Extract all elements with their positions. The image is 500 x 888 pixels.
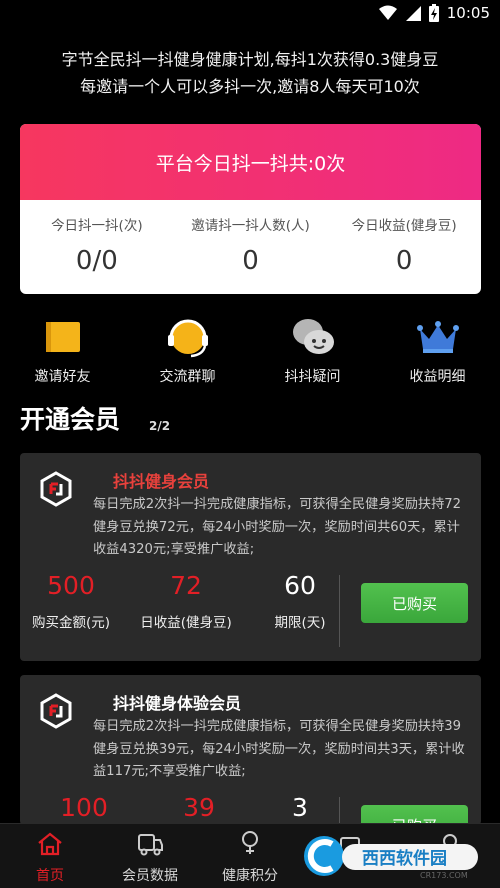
- membership-description: 每日完成2次抖一抖完成健康指标，可获得全民健身奖励扶持39健身豆兑换39元，每2…: [93, 719, 465, 779]
- stat-label: 今日收益(健身豆): [351, 218, 457, 234]
- chat-bubbles-icon: [250, 312, 375, 362]
- stat-value: 0/0: [75, 246, 118, 276]
- headset-icon: [125, 312, 250, 362]
- price-value: 500: [47, 571, 95, 600]
- wifi-icon: [378, 5, 397, 20]
- tab-label: 健康积分: [222, 868, 278, 884]
- stat-today-earnings: 今日收益(健身豆) 0: [327, 200, 481, 294]
- stats-row: 今日抖一抖(次) 0/0 邀请抖一抖人数(人) 0 今日收益(健身豆) 0: [20, 200, 481, 294]
- daily-value: 39: [183, 793, 215, 822]
- purchased-button[interactable]: 已购买: [361, 583, 468, 623]
- section-title: 开通会员: [20, 405, 121, 434]
- section-page-indicator: 2/2: [149, 419, 171, 433]
- status-time: 10:05: [446, 4, 490, 22]
- daily-value: 72: [170, 571, 202, 600]
- stat-label: 邀请抖一抖人数(人): [191, 218, 310, 234]
- membership-price: 100: [20, 793, 148, 822]
- brand-logo-icon: [40, 471, 72, 507]
- quick-action-label: 收益明细: [409, 369, 466, 385]
- divider: [339, 575, 340, 647]
- price-label: 购买金额(元): [31, 615, 111, 631]
- quick-action-label: 抖抖疑问: [284, 369, 341, 385]
- period-value: 60: [284, 571, 316, 600]
- membership-period: 3: [250, 793, 350, 822]
- period-value: 3: [292, 793, 308, 822]
- stat-value: 0: [395, 246, 413, 276]
- membership-stats: 100 39 3: [20, 793, 350, 822]
- intro-line-1: 字节全民抖一抖健身健康计划,每抖1次获得0.3健身豆: [61, 50, 439, 69]
- intro-text: 字节全民抖一抖健身健康计划,每抖1次获得0.3健身豆 每邀请一个人可以多抖一次,…: [0, 46, 500, 100]
- brand-logo-icon: [40, 693, 72, 729]
- tab-label: 首页: [36, 868, 64, 884]
- quick-action-label: 邀请好友: [34, 369, 91, 385]
- flag-icon: [0, 312, 125, 362]
- membership-description: 每日完成2次抖一抖完成健康指标，可获得全民健身奖励扶持72健身豆兑换72元，每2…: [93, 497, 462, 557]
- stat-label: 今日抖一抖(次): [51, 218, 143, 234]
- watermark-text: 西西软件园: [362, 848, 447, 869]
- membership-card: 抖抖健身会员 每日完成2次抖一抖完成健康指标，可获得全民健身奖励扶持72健身豆兑…: [20, 453, 481, 661]
- platform-stats-card: 平台今日抖一抖共:0次 今日抖一抖(次) 0/0 邀请抖一抖人数(人) 0 今日…: [20, 124, 481, 294]
- invite-friends-button[interactable]: 邀请好友: [0, 312, 125, 386]
- tab-member-data[interactable]: 会员数据: [100, 824, 200, 888]
- membership-daily: 72 日收益(健身豆): [122, 571, 250, 631]
- tab-label: 会员数据: [122, 868, 178, 884]
- faq-button[interactable]: 抖抖疑问: [250, 312, 375, 386]
- tab-health-points[interactable]: 健康积分: [200, 824, 300, 888]
- crown-icon: [375, 312, 500, 362]
- membership-price: 500 购买金额(元): [20, 571, 122, 631]
- quick-actions: 邀请好友 交流群聊 抖抖疑问 收益明细: [0, 312, 500, 386]
- stat-today-shakes: 今日抖一抖(次) 0/0: [20, 200, 174, 294]
- price-value: 100: [60, 793, 108, 822]
- stat-invited-count: 邀请抖一抖人数(人) 0: [174, 200, 328, 294]
- watermark-logo: 西西软件园 CR173.COM: [304, 836, 478, 880]
- daily-label: 日收益(健身豆): [140, 615, 232, 631]
- signal-icon: [405, 6, 421, 21]
- battery-icon: [428, 4, 439, 22]
- period-label: 期限(天): [274, 615, 326, 631]
- membership-daily: 39: [148, 793, 250, 822]
- home-icon: [0, 824, 100, 856]
- membership-card: 抖抖健身体验会员 每日完成2次抖一抖完成健康指标，可获得全民健身奖励扶持39健身…: [20, 675, 481, 845]
- stat-value: 0: [242, 246, 259, 276]
- watermark-subtext: CR173.COM: [420, 871, 468, 880]
- quick-action-label: 交流群聊: [159, 369, 216, 385]
- status-icons: 10:05: [378, 4, 490, 22]
- intro-line-2: 每邀请一个人可以多抖一次,邀请8人每天可10次: [80, 77, 420, 96]
- tab-home[interactable]: 首页: [0, 824, 100, 888]
- membership-title: 抖抖健身会员: [113, 472, 210, 491]
- platform-stats-header: 平台今日抖一抖共:0次: [20, 124, 481, 200]
- status-bar: 10:05: [0, 0, 500, 30]
- medal-icon: [200, 824, 300, 856]
- truck-icon: [100, 824, 200, 856]
- membership-period: 60 期限(天): [250, 571, 350, 631]
- group-chat-button[interactable]: 交流群聊: [125, 312, 250, 386]
- earnings-detail-button[interactable]: 收益明细: [375, 312, 500, 386]
- membership-stats: 500 购买金额(元) 72 日收益(健身豆) 60 期限(天): [20, 571, 350, 631]
- membership-title: 抖抖健身体验会员: [113, 694, 242, 713]
